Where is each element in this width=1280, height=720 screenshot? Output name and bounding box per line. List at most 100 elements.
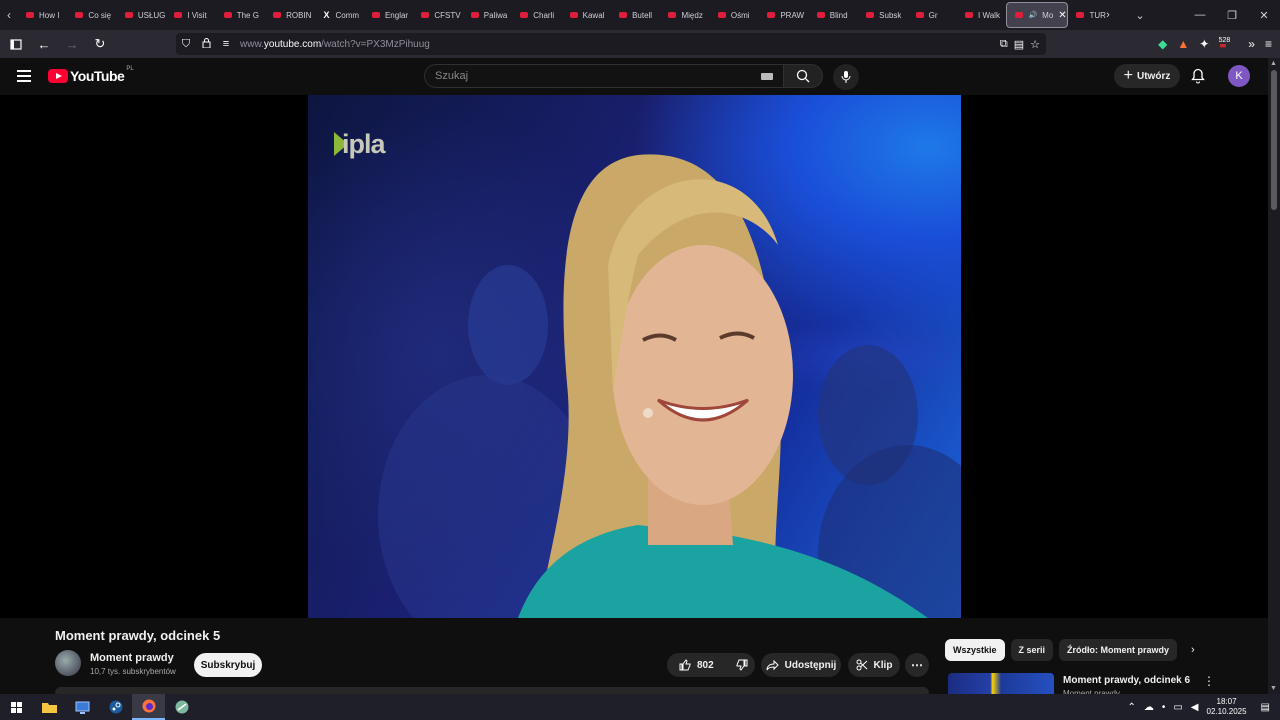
browser-tab[interactable]: Butell xyxy=(611,2,660,28)
extension-icon[interactable]: ▲ xyxy=(1177,37,1189,51)
subscribe-button[interactable]: Subskrybuj xyxy=(194,653,262,677)
menu-icon[interactable]: ≡ xyxy=(1265,37,1272,51)
browser-tab[interactable]: I Walk xyxy=(957,2,1006,28)
recommended-title[interactable]: Moment prawdy, odcinek 6 xyxy=(1063,675,1190,686)
browser-tab[interactable]: PRAW xyxy=(759,2,808,28)
network-icon[interactable]: ▭ xyxy=(1173,702,1182,713)
extensions-puzzle-icon[interactable]: ✦ xyxy=(1199,37,1209,51)
ublock-icon[interactable]: ■528 xyxy=(1218,37,1238,51)
shield-extension-icon[interactable]: ◆ xyxy=(1158,37,1167,51)
account-avatar[interactable]: K xyxy=(1228,65,1250,87)
tray-overflow-icon[interactable]: ⌃ xyxy=(1127,702,1135,713)
scroll-up-icon[interactable]: ▲ xyxy=(1270,60,1277,67)
search-button[interactable] xyxy=(783,64,823,88)
clip-button[interactable]: Klip xyxy=(848,653,900,677)
browser-tab[interactable]: How I xyxy=(18,2,67,28)
dislike-button[interactable] xyxy=(724,653,758,677)
create-button[interactable]: + Utwórz xyxy=(1114,64,1180,88)
youtube-icon xyxy=(569,12,578,18)
like-button[interactable]: 802 xyxy=(667,653,724,677)
picture-in-picture-icon[interactable]: ⧉ xyxy=(1000,38,1008,51)
browser-tab[interactable]: Międz xyxy=(660,2,709,28)
keyboard-icon[interactable] xyxy=(761,72,773,80)
browser-tab[interactable]: Paliwa xyxy=(463,2,512,28)
browser-navbar: ← → ↻ ⛉ ≡ www.youtube.com/watch?v=PX3MzP… xyxy=(0,30,1280,58)
app-icon[interactable] xyxy=(165,694,198,720)
tracking-protection-icon[interactable]: ⛉ xyxy=(176,38,196,51)
app-window-icon[interactable] xyxy=(66,694,99,720)
chip-all[interactable]: Wszystkie xyxy=(945,639,1005,661)
youtube-icon xyxy=(26,12,34,18)
browser-tab[interactable]: Subsk xyxy=(858,2,907,28)
channel-avatar[interactable] xyxy=(55,650,81,676)
reload-icon[interactable]: ↻ xyxy=(88,32,112,56)
sidebar-toggle-icon[interactable] xyxy=(4,32,28,56)
ipla-watermark: ipla xyxy=(334,129,386,160)
file-explorer-icon[interactable] xyxy=(33,694,66,720)
video-player[interactable]: ipla xyxy=(0,95,1268,618)
browser-tab[interactable]: The G xyxy=(216,2,265,28)
speaker-icon[interactable]: 🔊 xyxy=(1028,11,1037,19)
browser-tab[interactable]: Charli xyxy=(512,2,561,28)
microphone-tray-icon[interactable]: • xyxy=(1162,702,1166,713)
browser-tab[interactable]: X Comm xyxy=(315,2,364,28)
youtube-icon xyxy=(124,12,133,18)
tab-label: Charli xyxy=(533,10,555,20)
steam-icon[interactable] xyxy=(99,694,132,720)
firefox-icon[interactable] xyxy=(132,694,165,720)
browser-tab[interactable]: USŁUG xyxy=(117,2,166,28)
page-scrollbar[interactable]: ▲ ▼ xyxy=(1268,58,1280,694)
browser-tab[interactable]: Kawal xyxy=(562,2,611,28)
list-all-tabs-icon[interactable]: ⌄ xyxy=(1124,9,1156,22)
share-button[interactable]: Udostępnij xyxy=(761,653,841,677)
reader-view-icon[interactable]: ▤ xyxy=(1014,38,1024,51)
channel-name[interactable]: Moment prawdy xyxy=(90,652,174,664)
description-box[interactable] xyxy=(55,687,929,694)
notifications-bell-icon[interactable] xyxy=(1191,68,1205,89)
recommended-thumbnail[interactable] xyxy=(948,673,1054,694)
scroll-down-icon[interactable]: ▼ xyxy=(1270,685,1277,692)
address-bar[interactable]: ⛉ ≡ www.youtube.com/watch?v=PX3MzPihuug … xyxy=(176,33,1046,55)
volume-icon[interactable]: ◀ xyxy=(1191,702,1199,713)
browser-tab[interactable]: Blind xyxy=(809,2,858,28)
scrollbar-thumb[interactable] xyxy=(1271,70,1277,210)
browser-tab[interactable]: 🔊 Mo ✕ xyxy=(1006,2,1069,28)
tab-close-icon[interactable]: ✕ xyxy=(1058,10,1066,21)
minimize-icon[interactable]: — xyxy=(1184,9,1216,21)
chips-next-icon[interactable]: › xyxy=(1191,644,1195,656)
back-icon[interactable]: ← xyxy=(32,32,56,56)
url-text: www.youtube.com/watch?v=PX3MzPihuug xyxy=(240,38,430,50)
onedrive-icon[interactable]: ☁ xyxy=(1144,702,1154,713)
browser-tab[interactable]: I Visit xyxy=(166,2,215,28)
youtube-icon xyxy=(866,12,875,18)
browser-tab[interactable]: CFSTV xyxy=(413,2,462,28)
search-input[interactable] xyxy=(425,70,725,82)
browser-tab[interactable]: Gr xyxy=(908,2,957,28)
tabs-scroll-left-icon[interactable]: ‹ xyxy=(0,0,18,30)
more-actions-icon[interactable]: ⋯ xyxy=(905,653,929,677)
video-frame[interactable]: ipla xyxy=(308,95,961,618)
windows-start-icon[interactable] xyxy=(0,694,33,720)
browser-tab[interactable]: Ośmi xyxy=(710,2,759,28)
close-window-icon[interactable]: ✕ xyxy=(1248,9,1280,22)
youtube-logo[interactable]: YouTube PL xyxy=(48,66,134,84)
overflow-chevron-icon[interactable]: » xyxy=(1248,37,1255,51)
browser-tab[interactable]: Co się xyxy=(67,2,116,28)
bookmark-star-icon[interactable]: ☆ xyxy=(1030,38,1040,51)
notification-center-icon[interactable]: ▤ xyxy=(1261,702,1270,713)
clock[interactable]: 18:07 02.10.2025 xyxy=(1207,697,1247,717)
recommended-menu-icon[interactable]: ⋮ xyxy=(1203,674,1215,688)
permissions-icon[interactable]: ≡ xyxy=(216,38,236,50)
guide-menu-icon[interactable] xyxy=(17,70,31,82)
lock-icon[interactable] xyxy=(196,37,216,51)
chip-series[interactable]: Z serii xyxy=(1010,639,1054,661)
youtube-icon xyxy=(273,12,282,18)
restore-icon[interactable]: ❐ xyxy=(1216,9,1248,22)
tabs-scroll-right-icon[interactable]: › xyxy=(1092,9,1124,21)
tab-label: PRAW xyxy=(780,10,805,20)
browser-tab[interactable]: Englar xyxy=(364,2,413,28)
voice-search-button[interactable] xyxy=(833,64,859,90)
chip-source[interactable]: Źródło: Moment prawdy xyxy=(1059,639,1178,661)
forward-icon[interactable]: → xyxy=(60,32,84,56)
browser-tab[interactable]: ROBIN xyxy=(265,2,314,28)
